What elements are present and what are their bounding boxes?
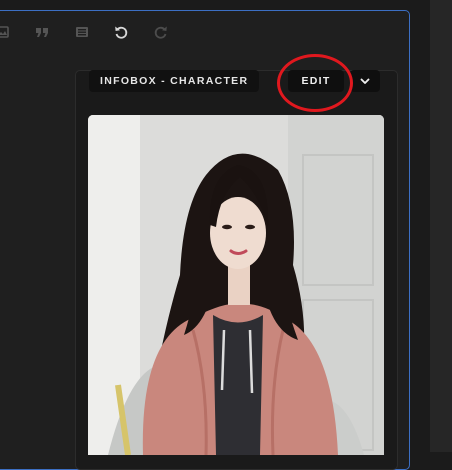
right-sidebar-strip — [430, 0, 452, 452]
infobox-options-button[interactable] — [350, 70, 380, 92]
editor-toolbar — [0, 18, 200, 46]
quote-icon[interactable] — [30, 18, 54, 46]
editor-gutter — [411, 0, 430, 452]
image-icon[interactable] — [0, 18, 14, 46]
infobox-label: INFOBOX - CHARACTER — [89, 70, 260, 92]
gallery-icon[interactable] — [70, 18, 94, 46]
chevron-down-icon — [360, 78, 370, 84]
character-portrait-image — [88, 115, 384, 455]
edit-button[interactable]: EDIT — [288, 70, 344, 92]
redo-icon[interactable] — [149, 18, 173, 46]
undo-icon[interactable] — [109, 18, 133, 46]
